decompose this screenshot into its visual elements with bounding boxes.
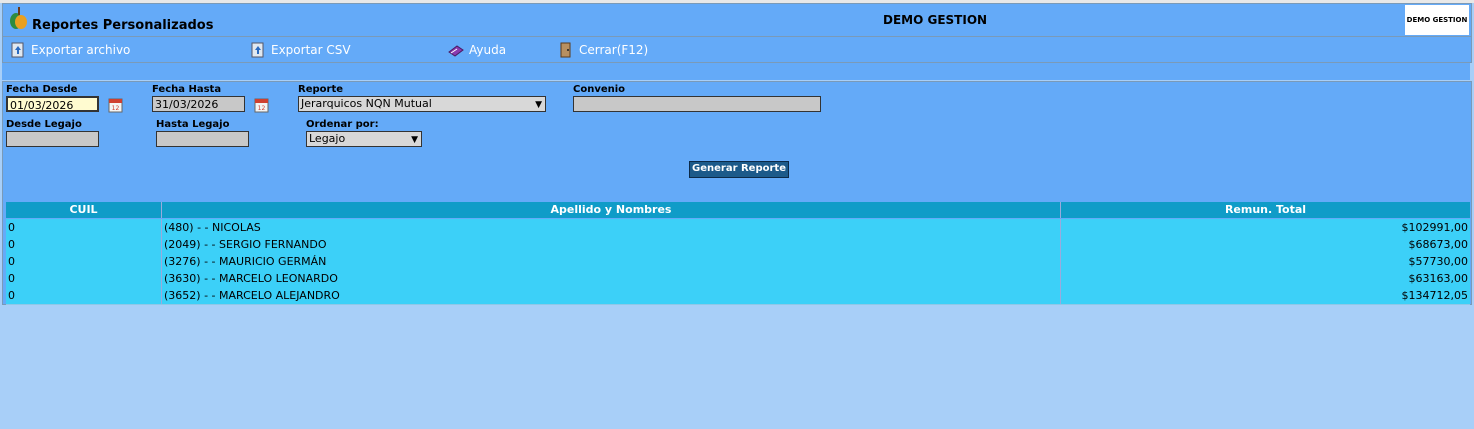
cell-name: (2049) - - SERGIO FERNANDO xyxy=(162,236,1061,253)
svg-text:12: 12 xyxy=(112,105,120,112)
fecha-desde-input[interactable]: 01/03/2026 xyxy=(6,96,99,112)
cell-name: (3652) - - MARCELO ALEJANDRO xyxy=(162,287,1061,304)
desde-legajo-input[interactable] xyxy=(6,131,99,147)
fecha-desde-label: Fecha Desde xyxy=(6,84,78,95)
export-file-label: Exportar archivo xyxy=(31,43,131,57)
cell-total: $57730,00 xyxy=(1408,255,1469,268)
ordenar-label: Ordenar por: xyxy=(306,119,379,130)
column-header-total[interactable]: Remun. Total xyxy=(1061,202,1470,218)
app-logo-icon xyxy=(10,7,27,29)
cell-cuil: 0 xyxy=(6,253,162,270)
export-csv-icon xyxy=(251,42,264,58)
table-row[interactable]: 0 (480) - - NICOLAS $102991,00 xyxy=(6,219,1470,237)
cell-cuil: 0 xyxy=(6,219,162,236)
cell-total: $63163,00 xyxy=(1408,272,1469,285)
filter-panel: Fecha Desde 01/03/2026 12 Fecha Hasta 31… xyxy=(2,81,1472,305)
close-door-icon xyxy=(560,42,571,58)
cell-cuil: 0 xyxy=(6,236,162,253)
chevron-down-icon: ▼ xyxy=(535,100,542,110)
table-row[interactable]: 0 (2049) - - SERGIO FERNANDO $68673,00 xyxy=(6,236,1470,254)
company-logo: DEMO GESTION xyxy=(1405,5,1469,35)
convenio-input[interactable] xyxy=(573,96,821,112)
page-title: Reportes Personalizados xyxy=(32,18,214,33)
reporte-select[interactable]: Jerarquicos NQN Mutual ▼ xyxy=(298,96,546,112)
table-row[interactable]: 0 (3630) - - MARCELO LEONARDO $63163,00 xyxy=(6,270,1470,288)
cell-total: $102991,00 xyxy=(1401,221,1468,234)
cell-name: (3630) - - MARCELO LEONARDO xyxy=(162,270,1061,287)
close-label: Cerrar(F12) xyxy=(579,43,649,57)
toolbar: Exportar archivo Exportar CSV Ayuda Cerr… xyxy=(2,36,1472,63)
fecha-hasta-input[interactable]: 31/03/2026 xyxy=(152,96,245,112)
cell-name: (3276) - - MAURICIO GERMÁN xyxy=(162,253,1061,270)
separator-strip xyxy=(2,63,1470,80)
export-csv-label: Exportar CSV xyxy=(271,43,351,57)
help-book-icon xyxy=(448,45,464,57)
help-label: Ayuda xyxy=(469,43,507,57)
column-header-name[interactable]: Apellido y Nombres xyxy=(162,202,1061,218)
chevron-down-icon: ▼ xyxy=(411,135,418,145)
desde-legajo-label: Desde Legajo xyxy=(6,119,82,130)
table-row[interactable]: 0 (3652) - - MARCELO ALEJANDRO $134712,0… xyxy=(6,287,1470,305)
export-file-icon xyxy=(11,42,24,58)
cell-name: (480) - - NICOLAS xyxy=(162,219,1061,236)
ordenar-select-value: Legajo xyxy=(309,132,346,145)
svg-text:12: 12 xyxy=(258,105,266,112)
reporte-label: Reporte xyxy=(298,84,344,95)
fecha-hasta-label: Fecha Hasta xyxy=(152,84,222,95)
calendar-icon[interactable]: 12 xyxy=(253,96,271,114)
column-header-cuil[interactable]: CUIL xyxy=(6,202,162,218)
convenio-label: Convenio xyxy=(573,84,626,95)
table-header: CUIL Apellido y Nombres Remun. Total xyxy=(6,202,1470,218)
cell-cuil: 0 xyxy=(6,270,162,287)
company-name: DEMO GESTION xyxy=(883,13,988,27)
header-bar: Reportes Personalizados DEMO GESTION DEM… xyxy=(2,3,1472,37)
reporte-select-value: Jerarquicos NQN Mutual xyxy=(301,97,432,110)
calendar-icon[interactable]: 12 xyxy=(107,96,125,114)
hasta-legajo-input[interactable] xyxy=(156,131,249,147)
generate-report-button[interactable]: Generar Reporte xyxy=(689,161,789,178)
cell-total: $134712,05 xyxy=(1401,289,1468,302)
hasta-legajo-label: Hasta Legajo xyxy=(156,119,230,130)
cell-total: $68673,00 xyxy=(1408,238,1469,251)
ordenar-select[interactable]: Legajo ▼ xyxy=(306,131,422,147)
table-row[interactable]: 0 (3276) - - MAURICIO GERMÁN $57730,00 xyxy=(6,253,1470,271)
cell-cuil: 0 xyxy=(6,287,162,304)
